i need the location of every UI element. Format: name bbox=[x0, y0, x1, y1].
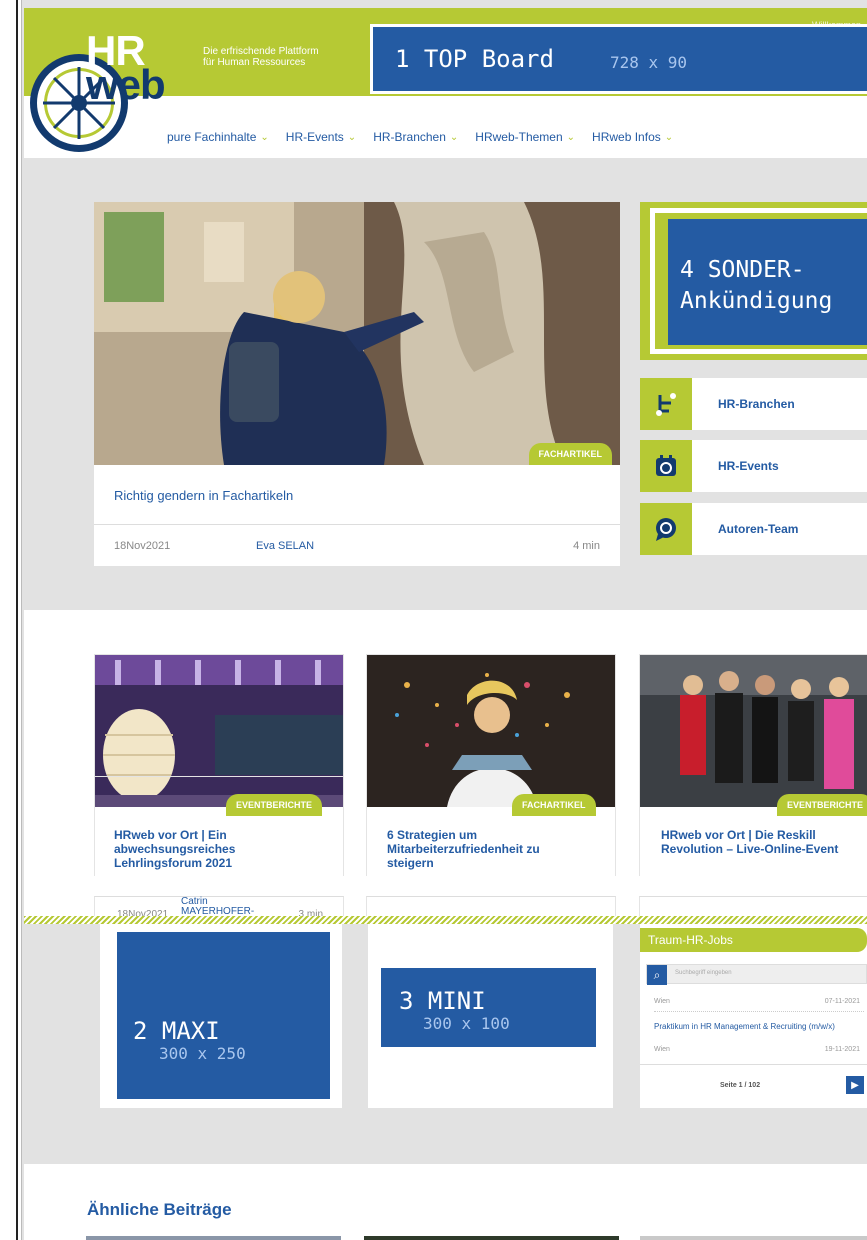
nav-item-hr-branchen[interactable]: HR-Branchen ⌄ bbox=[373, 130, 458, 144]
job-location: Wien bbox=[654, 998, 670, 1005]
card-title[interactable]: HRweb vor Ort | Die Reskill Revolution –… bbox=[661, 828, 861, 856]
job-location: Wien bbox=[654, 1046, 670, 1053]
sidebar-link-label: HR-Events bbox=[718, 459, 779, 473]
mini-ad[interactable]: 3 MINI 300 x 100 bbox=[381, 968, 596, 1047]
job-row[interactable]: Wien 07-11-2021 bbox=[654, 998, 864, 1012]
tagline-line-1: Die erfrischende Plattform bbox=[203, 46, 319, 57]
category-badge[interactable]: FACHARTIKEL bbox=[528, 443, 612, 465]
nav-item-fachinhalte[interactable]: pure Fachinhalte ⌄ bbox=[167, 130, 269, 144]
tagline-line-2: für Human Ressources bbox=[203, 57, 306, 68]
job-date: 19-11-2021 bbox=[824, 1046, 860, 1053]
job-date: 07-11-2021 bbox=[824, 998, 860, 1005]
related-section: Ähnliche Beiträge bbox=[24, 1164, 867, 1240]
nav-label: HRweb Infos bbox=[592, 130, 661, 144]
maxi-ad-title: 2 MAXI bbox=[133, 1017, 220, 1045]
branch-icon bbox=[640, 378, 692, 430]
mini-ad-title: 3 MINI bbox=[399, 987, 486, 1015]
nav-label: HR-Branchen bbox=[373, 130, 446, 144]
nav-label: HRweb-Themen bbox=[475, 130, 563, 144]
card-meta bbox=[366, 896, 616, 918]
browser-left-edge bbox=[0, 0, 22, 1240]
chevron-down-icon: ⌄ bbox=[260, 131, 269, 143]
job-row: Wien 19-11-2021 bbox=[654, 1046, 864, 1053]
sidebar-link-hr-branchen[interactable]: HR-Branchen bbox=[640, 378, 867, 430]
nav-item-hrweb-themen[interactable]: HRweb-Themen ⌄ bbox=[475, 130, 575, 144]
sidebar-link-label: HR-Branchen bbox=[718, 397, 795, 411]
search-icon[interactable]: ⌕ bbox=[647, 965, 667, 985]
top-board-ad[interactable]: 1 TOP Board 728 x 90 bbox=[370, 24, 867, 94]
top-board-title: 1 TOP Board bbox=[395, 45, 554, 73]
maxi-ad-size: 300 x 250 bbox=[159, 1044, 246, 1063]
card-title[interactable]: 6 Strategien um Mitarbeiterzufriedenheit… bbox=[387, 828, 567, 870]
card-meta bbox=[639, 896, 867, 918]
card-meta: 18Nov2021 Catrin MAYERHOFER- 3 min bbox=[94, 896, 344, 920]
calendar-icon bbox=[640, 440, 692, 492]
article-author[interactable]: Eva SELAN bbox=[256, 540, 314, 552]
job-title-link[interactable]: Praktikum in HR Management & Recruiting … bbox=[654, 1022, 864, 1032]
related-title: Ähnliche Beiträge bbox=[87, 1200, 232, 1219]
logo-web: web bbox=[86, 61, 166, 108]
card-image[interactable] bbox=[640, 655, 867, 807]
card-image[interactable] bbox=[367, 655, 615, 807]
jobs-widget: Traum-HR-Jobs ⌕ Suchbegriff eingeben Wie… bbox=[640, 922, 867, 1108]
nav-item-hr-events[interactable]: HR-Events ⌄ bbox=[286, 130, 356, 144]
category-badge[interactable]: FACHARTIKEL bbox=[512, 794, 596, 816]
nav-label: pure Fachinhalte bbox=[167, 130, 257, 144]
article-date: 18Nov2021 bbox=[114, 540, 171, 552]
jobs-widget-title[interactable]: Traum-HR-Jobs bbox=[640, 928, 867, 952]
maxi-ad[interactable]: 2 MAXI 300 x 250 bbox=[117, 932, 330, 1099]
chevron-down-icon: ⌄ bbox=[664, 131, 674, 143]
jobs-search-input[interactable]: ⌕ Suchbegriff eingeben bbox=[646, 964, 867, 985]
chevron-down-icon: ⌄ bbox=[449, 131, 459, 143]
nav-item-hrweb-infos[interactable]: HRweb Infos ⌄ bbox=[592, 130, 673, 144]
card-spacer bbox=[94, 742, 344, 768]
sidebar-link-autoren-team[interactable]: Autoren-Team bbox=[640, 503, 867, 555]
card-image[interactable] bbox=[95, 655, 343, 807]
chevron-down-icon: ⌄ bbox=[566, 131, 576, 143]
speech-bubble-icon bbox=[640, 503, 692, 555]
jobs-pagination: Seite 1 / 102 bbox=[720, 1082, 761, 1089]
tagline: Die erfrischende Plattform für Human Res… bbox=[203, 46, 363, 68]
card-overflow bbox=[94, 776, 344, 777]
top-board-size: 728 x 90 bbox=[609, 52, 688, 72]
sonder-ad[interactable]: 4 SONDER- Ankündigung bbox=[668, 219, 867, 345]
sidebar-link-label: Autoren-Team bbox=[718, 522, 799, 536]
category-badge[interactable]: EVENTBERICHTE bbox=[226, 794, 323, 816]
search-placeholder: Suchbegriff eingeben bbox=[675, 970, 732, 976]
chevron-down-icon: ⌄ bbox=[347, 131, 357, 143]
sidebar-link-hr-events[interactable]: HR-Events bbox=[640, 440, 867, 492]
divider-stripe bbox=[24, 916, 867, 924]
sonder-line-1: 4 SONDER- bbox=[680, 257, 805, 283]
featured-image[interactable]: FACHARTIKEL bbox=[94, 202, 620, 465]
related-thumb[interactable] bbox=[86, 1236, 341, 1240]
jobs-divider bbox=[640, 1064, 867, 1065]
featured-article[interactable]: FACHARTIKEL Richtig gendern in Fachartik… bbox=[94, 202, 620, 566]
card-title[interactable]: HRweb vor Ort | Ein abwechsungsreiches L… bbox=[114, 828, 284, 870]
read-time: 4 min bbox=[573, 540, 600, 552]
nav-label: HR-Events bbox=[285, 130, 344, 144]
related-thumb[interactable] bbox=[364, 1236, 619, 1240]
related-thumb[interactable] bbox=[640, 1236, 867, 1240]
featured-meta: 18Nov2021 Eva SELAN 4 min bbox=[94, 524, 620, 566]
mini-ad-size: 300 x 100 bbox=[423, 1014, 510, 1033]
sonder-ad-frame: 4 SONDER- Ankündigung bbox=[640, 202, 867, 360]
next-page-icon[interactable]: ▶ bbox=[846, 1076, 864, 1094]
sonder-line-2: Ankündigung bbox=[680, 288, 833, 314]
category-badge[interactable]: EVENTBERICHTE bbox=[777, 794, 867, 816]
featured-title[interactable]: Richtig gendern in Fachartikeln bbox=[114, 488, 293, 503]
logo-text[interactable]: HR web bbox=[86, 30, 166, 108]
article-author[interactable]: Catrin MAYERHOFER- bbox=[181, 897, 254, 917]
